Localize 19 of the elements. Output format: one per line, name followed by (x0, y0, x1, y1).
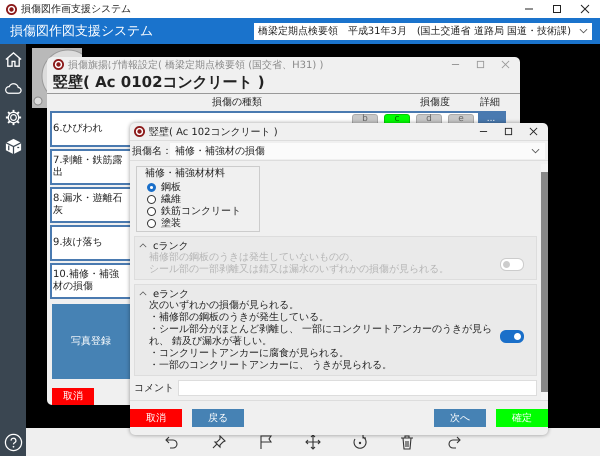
window-title: 損傷旗揚げ情報設定( 橋梁定期点検要領 (国交省、H31) ) (68, 58, 324, 72)
damage-type-label: 6.ひびわれ (52, 122, 104, 134)
column-header: 損傷の種類 (212, 96, 262, 110)
rank-description: 次のいずれかの損傷が見られる。 ・補修部の鋼板のうきが発生している。 ・シール部分がほとんど剥離し、 一部にコンクリートアンカーのうきが見られ、 錆及び漏水が著しい。 ・コンクリートアンカーに腐食が見られる。 ・一部のコンクリートアンカーに、 うきが見られる。 (148, 300, 494, 372)
damage-type-label: 10.補修・補強材の損傷 (52, 268, 120, 292)
group-legend: 補修・補強材材料 (145, 166, 241, 180)
app-heading: 損傷図作図支援システム (10, 23, 153, 40)
damage-type-label: 9.抜け落ち (52, 236, 104, 248)
damage-type-label: 8.漏水・遊離石灰 (52, 192, 124, 216)
window-title: 損傷図作画支援システム (21, 2, 131, 16)
rank-title: eランク (153, 288, 190, 300)
column-header: 詳細 (480, 96, 500, 110)
rank-title: cランク (153, 240, 188, 252)
member-heading: 竪壁( Ac 0102コンクリート ) (47, 72, 520, 94)
damage-type-label: 7.剥離・鉄筋露出 (52, 154, 124, 178)
column-header: 損傷度 (420, 96, 450, 110)
damage-name-label: 損傷名： (131, 144, 170, 158)
comment-label: コメント (134, 382, 174, 395)
dialog-title: 竪壁( Ac 102コンクリート ) (149, 126, 278, 138)
